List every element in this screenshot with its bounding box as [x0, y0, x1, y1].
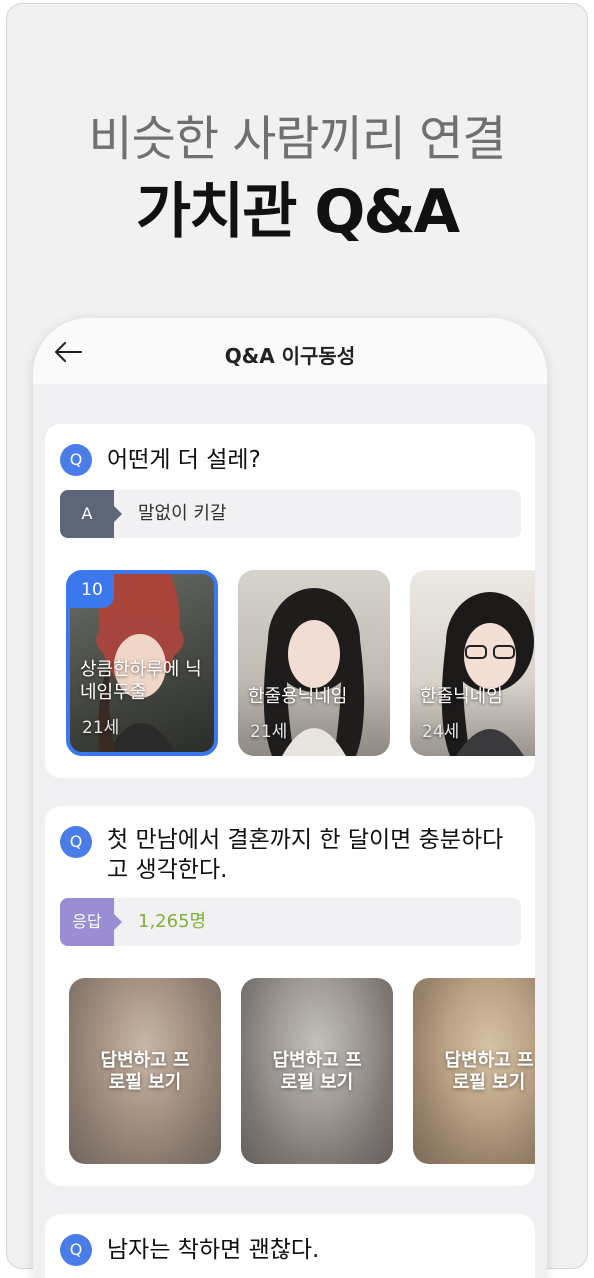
q-badge: Q	[60, 444, 92, 476]
answer-to-view-label: 답변하고 프로필 보기	[444, 1050, 534, 1093]
profile-list: 10 상큼한하루에 닉네임두줄 21세 한줄용닉네임 21세 한줄닉네임 24세	[45, 570, 535, 760]
top-bar: Q&A 이구동성	[33, 318, 547, 384]
headline-subtitle: 비슷한 사람끼리 연결	[88, 111, 507, 167]
phone-screen: Q&A 이구동성 Q 어떤게 더 설레? A 말없이 키갈 10 상큼한하루에 …	[33, 318, 547, 1278]
profile-age: 24세	[422, 722, 460, 742]
profile-card[interactable]: 한줄닉네임 24세	[410, 570, 535, 756]
profile-card[interactable]: 10 상큼한하루에 닉네임두줄 21세	[66, 570, 218, 756]
question-text: 어떤게 더 설레?	[107, 447, 261, 473]
question-card[interactable]: Q 어떤게 더 설레? A 말없이 키갈 10 상큼한하루에 닉네임두줄 21세	[45, 424, 535, 778]
profile-age: 21세	[250, 722, 288, 742]
blurred-profile-card[interactable]: 답변하고 프로필 보기	[241, 978, 393, 1164]
question-card[interactable]: Q 남자는 착하면 괜찮다.	[45, 1214, 535, 1278]
answer-text: 말없이 키갈	[138, 503, 227, 524]
profile-name: 한줄용닉네임	[248, 686, 348, 707]
profile-card[interactable]: 한줄용닉네임 21세	[238, 570, 390, 756]
answer-bar: A 말없이 키갈	[60, 490, 521, 538]
question-card[interactable]: Q 첫 만남에서 결혼까지 한 달이면 충분하다고 생각한다. 응답 1,265…	[45, 806, 535, 1186]
q-badge: Q	[60, 1234, 92, 1266]
response-count-badge: 10	[70, 574, 114, 608]
answer-bar: 응답 1,265명	[60, 898, 521, 946]
blurred-profile-card[interactable]: 답변하고 프로필 보기	[413, 978, 535, 1164]
answer-tag: A	[60, 490, 122, 538]
page-title: Q&A 이구동성	[224, 344, 356, 368]
headline-title: 가치관 Q&A	[135, 177, 460, 247]
answer-tag: 응답	[60, 898, 122, 946]
question-text: 남자는 착하면 괜찮다.	[107, 1237, 320, 1263]
profile-list: 답변하고 프로필 보기 답변하고 프로필 보기 답변하고 프로필 보기	[45, 978, 535, 1168]
profile-name: 한줄닉네임	[420, 686, 503, 707]
q-badge: Q	[60, 826, 92, 858]
answer-to-view-label: 답변하고 프로필 보기	[272, 1050, 362, 1093]
profile-name: 상큼한하루에 닉네임두줄	[80, 659, 202, 703]
response-count: 1,265명	[138, 911, 207, 932]
profile-age: 21세	[82, 718, 120, 738]
question-text: 첫 만남에서 결혼까지 한 달이면 충분하다고 생각한다.	[107, 827, 504, 883]
blurred-profile-card[interactable]: 답변하고 프로필 보기	[69, 978, 221, 1164]
answer-to-view-label: 답변하고 프로필 보기	[100, 1050, 190, 1093]
